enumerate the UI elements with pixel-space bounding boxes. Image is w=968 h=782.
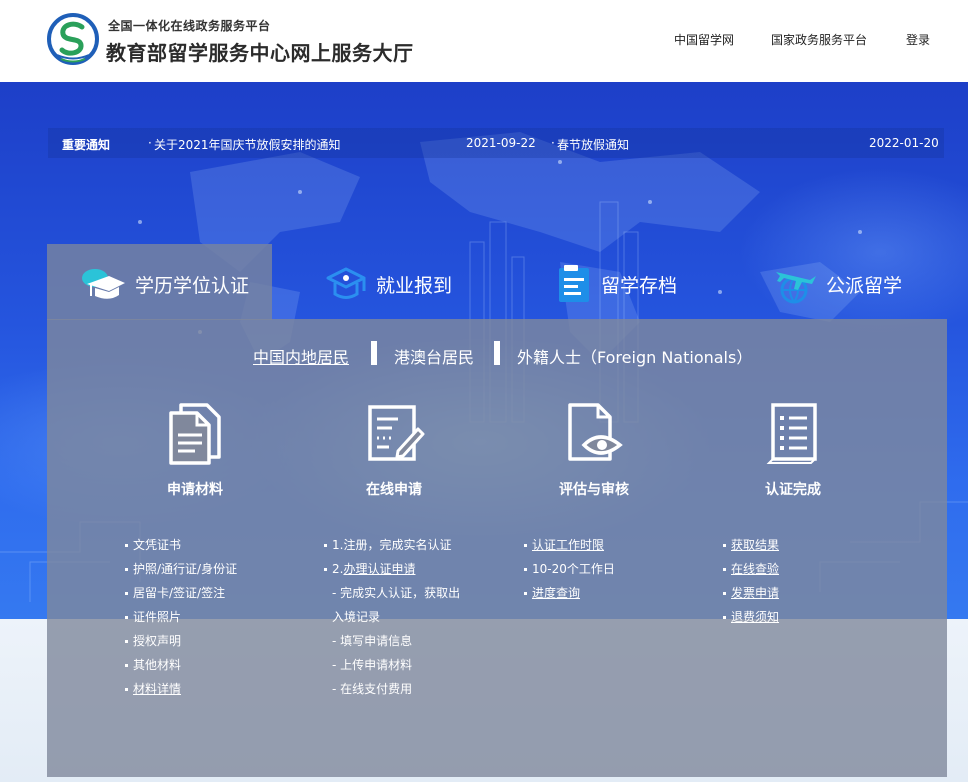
certification-time-limit-link[interactable]: 认证工作时限 xyxy=(532,538,604,552)
list-item: 授权声明 xyxy=(125,629,237,653)
notice-date: 2022-01-20 xyxy=(869,136,939,150)
list-item: - 在线支付费用 xyxy=(332,682,413,696)
list-item: - 上传申请材料 xyxy=(332,658,413,672)
top-header: 全国一体化在线政务服务平台 教育部留学服务中心网上服务大厅 中国留学网 国家政务… xyxy=(0,0,968,82)
apply-certification-link[interactable]: 办理认证申请 xyxy=(343,562,415,576)
tab-divider xyxy=(371,341,377,365)
invoice-request-link[interactable]: 发票申请 xyxy=(731,586,779,600)
list-item: 10-20个工作日 xyxy=(524,557,615,581)
certification-panel: 中国内地居民 港澳台居民 外籍人士（Foreign Nationals） 申请材… xyxy=(47,319,947,777)
list-item: 居留卡/签证/签注 xyxy=(125,581,237,605)
login-link[interactable]: 登录 xyxy=(906,31,930,48)
link-national-gov-platform[interactable]: 国家政务服务平台 xyxy=(771,31,867,48)
tab-hk-macao-taiwan-residents[interactable]: 港澳台居民 xyxy=(394,344,474,368)
list-item: 文凭证书 xyxy=(125,533,237,557)
step-title-certification-complete: 认证完成 xyxy=(765,482,821,498)
notice-item-national-day[interactable]: 关于2021年国庆节放假安排的通知 xyxy=(154,136,341,153)
link-china-study-abroad[interactable]: 中国留学网 xyxy=(674,31,734,48)
list-item: - 完成实人认证，获取出 xyxy=(332,586,461,600)
list-item: 材料详情 xyxy=(125,677,237,701)
materials-details-link[interactable]: 材料详情 xyxy=(133,682,181,696)
site-title: 教育部留学服务中心网上服务大厅 xyxy=(106,41,414,65)
tab-government-sponsored-study[interactable]: 公派留学 xyxy=(722,244,947,320)
list-item: 进度查询 xyxy=(524,581,615,605)
tab-foreign-nationals[interactable]: 外籍人士（Foreign Nationals） xyxy=(517,344,752,368)
list-item: 其他材料 xyxy=(125,653,237,677)
tab-label: 学历学位认证 xyxy=(135,275,250,297)
checklist-icon xyxy=(766,403,817,464)
documents-icon xyxy=(169,403,221,465)
notice-label: 重要通知 xyxy=(62,138,111,152)
tab-employment-registration[interactable]: 就业报到 xyxy=(272,244,497,320)
list-item: 退费须知 xyxy=(723,605,779,629)
tab-degree-certification[interactable]: 学历学位认证 xyxy=(47,244,272,320)
graduation-cap-icon xyxy=(82,269,125,299)
step-title-application-materials: 申请材料 xyxy=(167,482,223,498)
tab-label: 留学存档 xyxy=(601,275,678,297)
list-item: 1.注册，完成实名认证 xyxy=(324,533,460,557)
tab-mainland-residents[interactable]: 中国内地居民 xyxy=(253,344,349,368)
online-application-list: 1.注册，完成实名认证 2.办理认证申请 - 完成实人认证，获取出 入境记录 -… xyxy=(324,533,460,701)
list-item-prefix: 2. xyxy=(332,562,344,576)
progress-query-link[interactable]: 进度查询 xyxy=(532,586,580,600)
completion-list: 获取结果 在线查验 发票申请 退费须知 xyxy=(723,533,779,629)
list-item: 证件照片 xyxy=(125,605,237,629)
tab-divider xyxy=(494,341,500,365)
tab-label: 公派留学 xyxy=(826,275,903,297)
list-item: - 填写申请信息 xyxy=(332,634,413,648)
employment-cap-icon xyxy=(326,267,366,299)
platform-subtitle: 全国一体化在线政务服务平台 xyxy=(108,19,271,33)
online-verification-link[interactable]: 在线查验 xyxy=(731,562,779,576)
document-review-eye-icon xyxy=(568,403,623,461)
step-title-online-application: 在线申请 xyxy=(366,482,422,498)
archive-document-icon xyxy=(559,265,589,302)
list-item: 2.办理认证申请 xyxy=(324,557,460,581)
list-item: 护照/通行证/身份证 xyxy=(125,557,237,581)
list-item: 发票申请 xyxy=(723,581,779,605)
online-form-icon xyxy=(368,405,425,461)
tab-study-archive[interactable]: 留学存档 xyxy=(497,244,722,320)
logo-icon[interactable] xyxy=(46,12,100,66)
airplane-globe-icon xyxy=(776,272,816,304)
notice-bullet-icon: · xyxy=(148,136,152,150)
tab-label: 就业报到 xyxy=(376,275,453,297)
materials-list: 文凭证书 护照/通行证/身份证 居留卡/签证/签注 证件照片 授权声明 其他材料… xyxy=(125,533,237,701)
step-title-evaluation-review: 评估与审核 xyxy=(559,482,629,498)
notice-bar: 重要通知 · 关于2021年国庆节放假安排的通知 2021-09-22 · 春节… xyxy=(48,128,944,158)
notice-item-spring-festival[interactable]: 春节放假通知 xyxy=(557,136,629,153)
refund-notice-link[interactable]: 退费须知 xyxy=(731,610,779,624)
get-result-link[interactable]: 获取结果 xyxy=(731,538,779,552)
list-item: 入境记录 xyxy=(332,610,381,624)
notice-bullet-icon: · xyxy=(551,136,555,150)
list-item: 在线查验 xyxy=(723,557,779,581)
list-item: 认证工作时限 xyxy=(524,533,615,557)
notice-date: 2021-09-22 xyxy=(466,136,536,150)
list-item: 获取结果 xyxy=(723,533,779,557)
evaluation-list: 认证工作时限 10-20个工作日 进度查询 xyxy=(524,533,615,605)
